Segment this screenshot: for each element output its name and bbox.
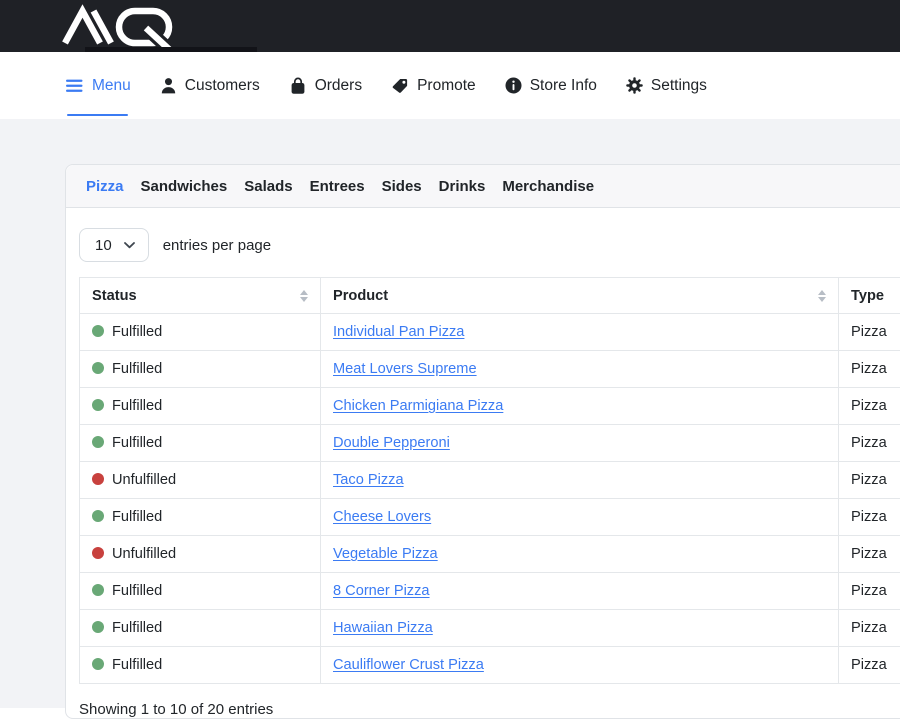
table-row: Unfulfilled Taco Pizza Pizza	[80, 462, 900, 499]
type-cell: Pizza	[839, 388, 900, 425]
chevron-down-icon	[124, 242, 135, 249]
sort-icon	[300, 290, 308, 302]
nav-item-label: Menu	[92, 77, 131, 95]
nav-item-label: Store Info	[530, 77, 597, 95]
column-header-type[interactable]: Type	[839, 278, 900, 314]
type-cell: Pizza	[839, 314, 900, 351]
person-icon	[160, 77, 177, 94]
nav-item-label: Promote	[417, 77, 476, 95]
nav-item-menu[interactable]: Menu	[66, 52, 131, 119]
status-label: Fulfilled	[112, 398, 162, 414]
type-cell: Pizza	[839, 462, 900, 499]
status-label: Fulfilled	[112, 657, 162, 673]
tab-entrees[interactable]: Entrees	[310, 178, 365, 195]
tab-sandwiches[interactable]: Sandwiches	[141, 178, 228, 195]
status-label: Fulfilled	[112, 620, 162, 636]
status-dot	[92, 399, 104, 411]
type-cell: Pizza	[839, 536, 900, 573]
status-dot	[92, 362, 104, 374]
table-row: Fulfilled Cauliflower Crust Pizza Pizza	[80, 647, 900, 684]
entries-per-page-value: 10	[95, 237, 112, 254]
status-label: Fulfilled	[112, 583, 162, 599]
nav-item-promote[interactable]: Promote	[391, 52, 476, 119]
nav-item-label: Settings	[651, 77, 707, 95]
app-header	[0, 0, 900, 52]
entries-per-page-select[interactable]: 10	[79, 228, 149, 262]
status-label: Fulfilled	[112, 361, 162, 377]
table-info: Showing 1 to 10 of 20 entries	[79, 701, 900, 718]
column-header-status[interactable]: Status	[80, 278, 321, 314]
tab-pizza[interactable]: Pizza	[86, 178, 124, 195]
hamburger-icon	[66, 79, 84, 93]
table-header-row: Status Product Type	[80, 278, 900, 314]
status-dot	[92, 325, 104, 337]
status-label: Unfulfilled	[112, 472, 176, 488]
status-label: Fulfilled	[112, 509, 162, 525]
product-link[interactable]: Vegetable Pizza	[333, 546, 438, 562]
products-table: Status Product Type Fulfilled	[79, 277, 900, 684]
products-panel: Pizza Sandwiches Salads Entrees Sides Dr…	[65, 164, 900, 719]
product-link[interactable]: 8 Corner Pizza	[333, 583, 430, 599]
nav-item-label: Customers	[185, 77, 260, 95]
table-row: Fulfilled Double Pepperoni Pizza	[80, 425, 900, 462]
nav-item-label: Orders	[315, 77, 362, 95]
type-cell: Pizza	[839, 351, 900, 388]
tab-drinks[interactable]: Drinks	[439, 178, 486, 195]
product-link[interactable]: Meat Lovers Supreme	[333, 361, 477, 377]
status-dot	[92, 658, 104, 670]
type-cell: Pizza	[839, 499, 900, 536]
nav-item-customers[interactable]: Customers	[160, 52, 260, 119]
table-row: Fulfilled Hawaiian Pizza Pizza	[80, 610, 900, 647]
nav-item-store-info[interactable]: Store Info	[505, 52, 597, 119]
entries-per-page-label: entries per page	[163, 237, 271, 254]
nav-item-orders[interactable]: Orders	[289, 52, 362, 119]
category-tabs: Pizza Sandwiches Salads Entrees Sides Dr…	[66, 165, 900, 208]
type-cell: Pizza	[839, 647, 900, 684]
table-row: Fulfilled Individual Pan Pizza Pizza	[80, 314, 900, 351]
product-link[interactable]: Individual Pan Pizza	[333, 324, 464, 340]
product-link[interactable]: Cheese Lovers	[333, 509, 431, 525]
type-cell: Pizza	[839, 573, 900, 610]
product-link[interactable]: Double Pepperoni	[333, 435, 450, 451]
table-row: Fulfilled Chicken Parmigiana Pizza Pizza	[80, 388, 900, 425]
status-dot	[92, 621, 104, 633]
table-row: Fulfilled Cheese Lovers Pizza	[80, 499, 900, 536]
tab-merchandise[interactable]: Merchandise	[502, 178, 594, 195]
status-label: Fulfilled	[112, 435, 162, 451]
type-cell: Pizza	[839, 610, 900, 647]
info-circle-icon	[505, 77, 522, 94]
sort-icon	[818, 290, 826, 302]
status-dot	[92, 436, 104, 448]
status-dot	[92, 584, 104, 596]
product-link[interactable]: Cauliflower Crust Pizza	[333, 657, 484, 673]
status-dot	[92, 510, 104, 522]
tab-sides[interactable]: Sides	[382, 178, 422, 195]
bag-icon	[289, 77, 307, 95]
nav-item-settings[interactable]: Settings	[626, 52, 707, 119]
product-link[interactable]: Taco Pizza	[333, 472, 404, 488]
brand-logo-icon[interactable]	[60, 2, 178, 52]
status-label: Unfulfilled	[112, 546, 176, 562]
status-label: Fulfilled	[112, 324, 162, 340]
column-header-product[interactable]: Product	[321, 278, 839, 314]
type-cell: Pizza	[839, 425, 900, 462]
tab-salads[interactable]: Salads	[244, 178, 292, 195]
status-dot	[92, 547, 104, 559]
table-row: Fulfilled Meat Lovers Supreme Pizza	[80, 351, 900, 388]
product-link[interactable]: Hawaiian Pizza	[333, 620, 433, 636]
status-dot	[92, 473, 104, 485]
table-row: Unfulfilled Vegetable Pizza Pizza	[80, 536, 900, 573]
entries-per-page-row: 10 entries per page	[79, 228, 900, 262]
table-row: Fulfilled 8 Corner Pizza Pizza	[80, 573, 900, 610]
gear-icon	[626, 77, 643, 94]
primary-nav: Menu Customers Orders Promote	[0, 52, 900, 119]
product-link[interactable]: Chicken Parmigiana Pizza	[333, 398, 503, 414]
tag-icon	[391, 77, 409, 95]
panel-body: 10 entries per page Status Product	[66, 208, 900, 718]
